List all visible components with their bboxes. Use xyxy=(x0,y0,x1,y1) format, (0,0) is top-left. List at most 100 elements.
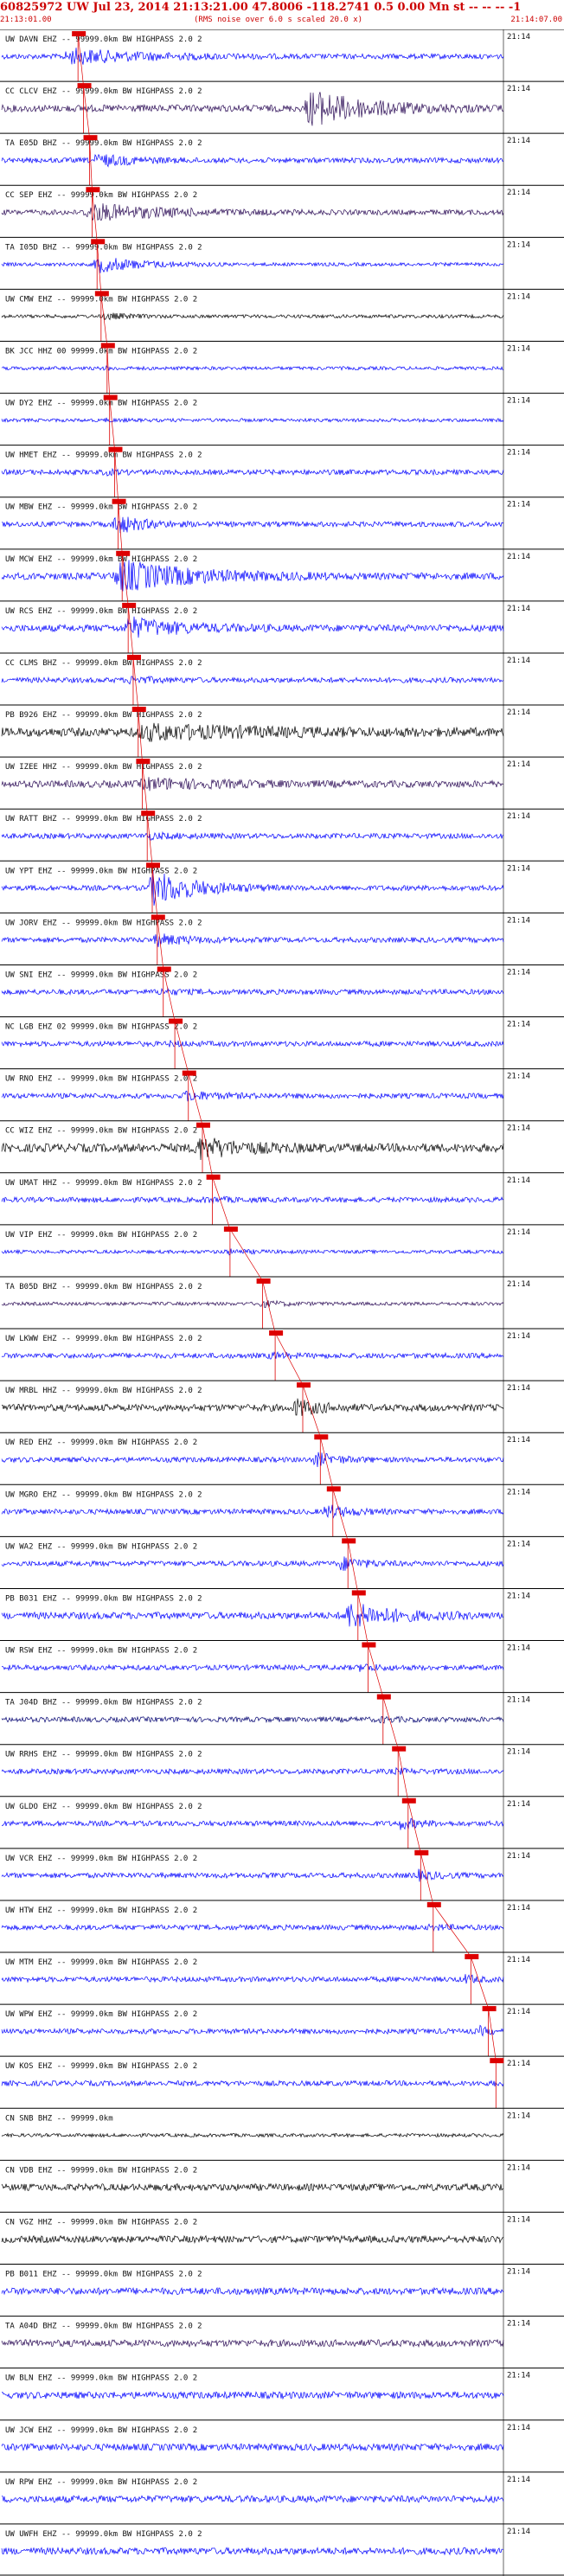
time-tick-label: 21:14 xyxy=(507,2528,530,2536)
station-label: UW UWFH EHZ -- 99999.0km BW HIGHPASS 2.0… xyxy=(5,2530,202,2539)
waveform-trace xyxy=(1,2132,504,2138)
pick-marker xyxy=(83,135,98,141)
pick-marker xyxy=(376,1694,391,1700)
pick-marker xyxy=(326,1486,341,1492)
noise-note: (RMS noise over 6.0 s scaled 20.0 x) xyxy=(194,16,363,24)
station-label: CC CLCV EHZ -- 99999.0km BW HIGHPASS 2.0… xyxy=(5,87,202,96)
time-tick-label: 21:14 xyxy=(507,1696,530,1705)
waveform-trace xyxy=(1,1504,504,1520)
time-tick-label: 21:14 xyxy=(507,240,530,249)
end-time: 21:14:07.00 xyxy=(510,16,562,24)
time-tick-label: 21:14 xyxy=(507,1540,530,1548)
pick-marker xyxy=(314,1434,329,1440)
time-tick-label: 21:14 xyxy=(507,760,530,769)
waveform-trace xyxy=(1,1766,504,1776)
station-label: TA J04D BHZ -- 99999.0km BW HIGHPASS 2.0… xyxy=(5,1699,202,1708)
time-tick-label: 21:14 xyxy=(507,397,530,406)
time-tick-label: 21:14 xyxy=(507,2060,530,2068)
start-time: 21:13:01.00 xyxy=(0,16,52,24)
station-label: UW RSW EHZ -- 99999.0km BW HIGHPASS 2.0 … xyxy=(5,1647,197,1656)
pick-marker xyxy=(196,1122,210,1128)
station-label: CN VDB EHZ -- 99999.0km BW HIGHPASS 2.0 … xyxy=(5,2166,197,2175)
station-label: TA A04D BHZ -- 99999.0km BW HIGHPASS 2.0… xyxy=(5,2323,202,2331)
waveform-trace xyxy=(1,92,504,126)
station-label: CN SNB BHZ -- 99999.0km xyxy=(5,2114,113,2123)
pick-marker xyxy=(94,291,109,297)
time-tick-label: 21:14 xyxy=(507,1956,530,1964)
station-label: UW DAVN EHZ -- 99999.0km BW HIGHPASS 2.0… xyxy=(5,35,202,44)
waveform-trace xyxy=(1,467,504,477)
time-tick-label: 21:14 xyxy=(507,968,530,977)
station-label: UW VIP EHZ -- 99999.0km BW HIGHPASS 2.0 … xyxy=(5,1231,197,1240)
time-tick-label: 21:14 xyxy=(507,2163,530,2172)
station-label: UW YPT EHZ -- 99999.0km BW HIGHPASS 2.0 … xyxy=(5,867,197,875)
pick-marker xyxy=(256,1278,271,1284)
pick-marker xyxy=(490,2058,504,2064)
waveform-trace xyxy=(1,1091,504,1102)
station-label: UW JORV EHZ -- 99999.0km BW HIGHPASS 2.0… xyxy=(5,919,202,927)
pick-marker xyxy=(77,83,92,89)
waveform-trace xyxy=(1,203,504,221)
time-tick-label: 21:14 xyxy=(507,33,530,42)
waveform-trace xyxy=(1,1974,504,1984)
waveform-trace xyxy=(1,2546,504,2556)
time-tick-label: 21:14 xyxy=(507,344,530,353)
station-label: UW DY2 EHZ -- 99999.0km BW HIGHPASS 2.0 … xyxy=(5,400,197,408)
pick-marker xyxy=(122,602,137,608)
time-tick-label: 21:14 xyxy=(507,657,530,665)
station-label: UW VCR EHZ -- 99999.0km BW HIGHPASS 2.0 … xyxy=(5,1855,197,1863)
pick-marker xyxy=(169,1018,183,1024)
station-label: UW WA2 EHZ -- 99999.0km BW HIGHPASS 2.0 … xyxy=(5,1542,197,1551)
time-tick-label: 21:14 xyxy=(507,1125,530,1133)
pick-marker xyxy=(100,343,115,349)
waveform-trace xyxy=(1,2494,504,2504)
waveform-trace xyxy=(1,48,504,65)
station-label: UW MBW EHZ -- 99999.0km BW HIGHPASS 2.0 … xyxy=(5,503,197,512)
time-tick-label: 21:14 xyxy=(507,1592,530,1600)
waveform-trace xyxy=(1,1556,504,1571)
station-label: BK JCC HHZ 00 99999.0km BW HIGHPASS 2.0 … xyxy=(5,347,197,356)
time-tick-label: 21:14 xyxy=(507,2215,530,2224)
time-tick-label: 21:14 xyxy=(507,1073,530,1081)
time-tick-label: 21:14 xyxy=(507,1384,530,1393)
pick-marker xyxy=(362,1642,376,1648)
station-label: UW HTW EHZ -- 99999.0km BW HIGHPASS 2.0 … xyxy=(5,1906,197,1915)
time-tick-label: 21:14 xyxy=(507,2268,530,2277)
waveform-trace xyxy=(1,153,504,168)
waveform-trace xyxy=(1,1137,504,1161)
time-tick-label: 21:14 xyxy=(507,1436,530,1445)
station-label: UW SNI EHZ -- 99999.0km BW HIGHPASS 2.0 … xyxy=(5,971,197,979)
time-tick-label: 21:14 xyxy=(507,1748,530,1757)
station-label: UW GLDO EHZ -- 99999.0km BW HIGHPASS 2.0… xyxy=(5,1803,202,1811)
pick-marker xyxy=(141,811,156,817)
station-label: UW MRBL HHZ -- 99999.0km BW HIGHPASS 2.0… xyxy=(5,1387,202,1395)
station-label: TA E05D BHZ -- 99999.0km BW HIGHPASS 2.0… xyxy=(5,139,202,148)
event-header: 60825972 UW Jul 23, 2014 21:13:21.00 47.… xyxy=(0,0,564,29)
waveform-trace xyxy=(1,616,504,638)
station-label: PB B031 EHZ -- 99999.0km BW HIGHPASS 2.0… xyxy=(5,1594,202,1603)
pick-marker xyxy=(126,654,141,660)
time-tick-label: 21:14 xyxy=(507,1332,530,1341)
time-tick-label: 21:14 xyxy=(507,1852,530,1861)
station-label: UW HMET EHZ -- 99999.0km BW HIGHPASS 2.0… xyxy=(5,452,202,460)
station-label: UW MTM EHZ -- 99999.0km BW HIGHPASS 2.0 … xyxy=(5,1958,197,1967)
waveform-trace xyxy=(1,516,504,534)
pick-marker xyxy=(112,498,126,504)
pick-marker xyxy=(103,394,118,400)
time-tick-label: 21:14 xyxy=(507,449,530,458)
waveform-trace xyxy=(1,1604,504,1627)
time-tick-label: 21:14 xyxy=(507,2424,530,2432)
waveform-trace xyxy=(1,830,504,841)
time-tick-label: 21:14 xyxy=(507,605,530,613)
waveform-trace xyxy=(1,2286,504,2297)
waveform-trace xyxy=(1,933,504,947)
waveform-trace xyxy=(1,2024,504,2037)
pick-marker xyxy=(86,187,100,193)
station-label: UW BLN EHZ -- 99999.0km BW HIGHPASS 2.0 … xyxy=(5,2374,197,2383)
time-tick-label: 21:14 xyxy=(507,1800,530,1809)
time-tick-label: 21:14 xyxy=(507,1644,530,1653)
station-label: CC CLMS BHZ -- 99999.0km BW HIGHPASS 2.0… xyxy=(5,659,202,668)
station-label: UW RED EHZ -- 99999.0km BW HIGHPASS 2.0 … xyxy=(5,1439,197,1447)
pick-marker xyxy=(482,2006,497,2012)
waveform-trace xyxy=(1,1040,504,1048)
